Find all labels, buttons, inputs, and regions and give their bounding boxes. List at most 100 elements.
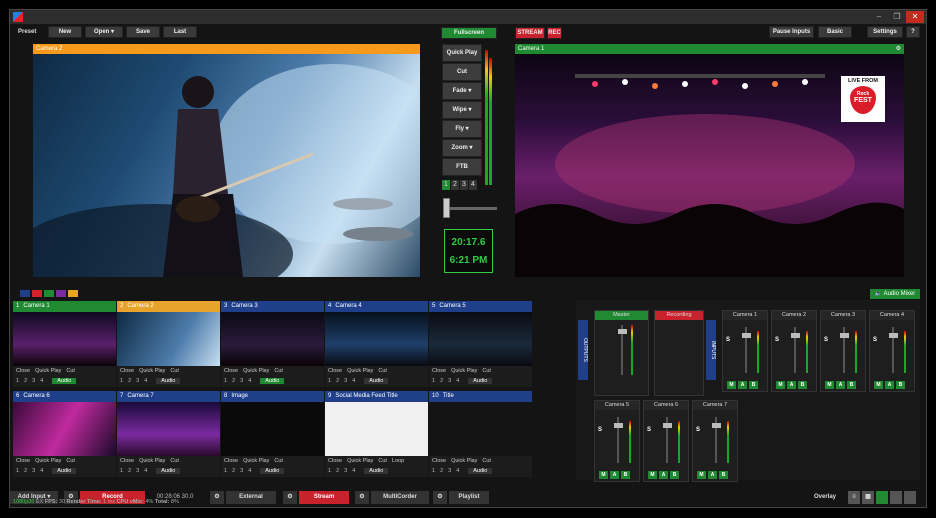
- b-bus-button[interactable]: B: [670, 471, 679, 479]
- overlay-2-button[interactable]: 2: [336, 468, 339, 474]
- input-preview[interactable]: [117, 402, 220, 456]
- overlay-3-button[interactable]: 3: [240, 468, 243, 474]
- a-bus-button[interactable]: A: [659, 471, 668, 479]
- solo-button[interactable]: S: [647, 427, 651, 433]
- cut-button[interactable]: Cut: [378, 368, 387, 374]
- b-bus-button[interactable]: B: [719, 471, 728, 479]
- audio-button[interactable]: Audio: [260, 378, 285, 384]
- m-bus-button[interactable]: M: [874, 381, 883, 389]
- input-header[interactable]: 7 Camera 7: [117, 391, 220, 402]
- audio-button[interactable]: Audio: [364, 378, 389, 384]
- close-icon[interactable]: ✕: [906, 11, 924, 23]
- audio-button[interactable]: Audio: [260, 468, 285, 474]
- overlay-4-button[interactable]: 4: [248, 378, 251, 384]
- minimize-icon[interactable]: –: [870, 11, 888, 23]
- overlay-1-button[interactable]: 1: [16, 468, 19, 474]
- list-view-icon[interactable]: ≡: [848, 491, 860, 504]
- overlay-3-button[interactable]: 3: [240, 378, 243, 384]
- close-button[interactable]: Close: [432, 368, 446, 374]
- quick-play-button[interactable]: Quick Play: [243, 368, 269, 374]
- input-preview[interactable]: [221, 312, 324, 366]
- overlay-2-button[interactable]: 2: [232, 378, 235, 384]
- input-header[interactable]: 9 Social Media Feed Title: [325, 391, 428, 402]
- input-preview[interactable]: [325, 402, 428, 456]
- input-tile[interactable]: 6 Camera 6 Close Quick Play Cut 1 2 3 4 Audio: [13, 391, 116, 477]
- solo-button[interactable]: S: [726, 337, 730, 343]
- input-tile[interactable]: 8 Image Close Quick Play Cut 1 2 3 4 Audio: [221, 391, 324, 477]
- page-tab-1[interactable]: 1: [442, 180, 450, 190]
- overlay-1-button[interactable]: 1: [224, 378, 227, 384]
- quick-play-button[interactable]: Quick Play: [347, 458, 373, 464]
- input-header[interactable]: 4 Camera 4: [325, 301, 428, 312]
- overlay-3-button[interactable]: 3: [344, 378, 347, 384]
- overlay-1-button[interactable]: 1: [120, 468, 123, 474]
- cut-button[interactable]: Cut: [482, 458, 491, 464]
- solo-button[interactable]: S: [824, 337, 828, 343]
- cut-button[interactable]: Cut: [442, 63, 482, 81]
- input-header[interactable]: 2 Camera 2: [117, 301, 220, 312]
- solo-button[interactable]: S: [873, 337, 877, 343]
- input-tile[interactable]: 3 Camera 3 Close Quick Play Cut 1 2 3 4 Audio: [221, 301, 324, 387]
- rec-toggle[interactable]: REC: [547, 27, 562, 39]
- cut-button[interactable]: Cut: [66, 458, 75, 464]
- input-header[interactable]: 10 Title: [429, 391, 532, 402]
- close-button[interactable]: Close: [328, 368, 342, 374]
- b-bus-button[interactable]: B: [749, 381, 758, 389]
- audio-button[interactable]: Audio: [364, 468, 389, 474]
- basic-button[interactable]: Basic: [818, 26, 852, 38]
- input-tile[interactable]: 7 Camera 7 Close Quick Play Cut 1 2 3 4 Audio: [117, 391, 220, 477]
- audio-button[interactable]: Audio: [468, 468, 493, 474]
- overlay-1-button[interactable]: 1: [120, 378, 123, 384]
- ftb-button[interactable]: FTB: [442, 158, 482, 176]
- quick-play-button[interactable]: Quick Play: [35, 458, 61, 464]
- quick-play-button[interactable]: Quick Play: [243, 458, 269, 464]
- overlay-3-button[interactable]: 3: [32, 378, 35, 384]
- cut-button[interactable]: Cut: [274, 368, 283, 374]
- overlay-2-button[interactable]: 2: [336, 378, 339, 384]
- stream-toggle[interactable]: STREAM: [515, 27, 545, 39]
- audio-button[interactable]: Audio: [156, 468, 181, 474]
- cut-button[interactable]: Cut: [170, 368, 179, 374]
- audio-button[interactable]: Audio: [52, 468, 77, 474]
- input-header[interactable]: 3 Camera 3: [221, 301, 324, 312]
- close-button[interactable]: Close: [432, 458, 446, 464]
- close-button[interactable]: Close: [224, 368, 238, 374]
- master-fader-knob[interactable]: [617, 329, 627, 334]
- input-tile[interactable]: 4 Camera 4 Close Quick Play Cut 1 2 3 4 Audio: [325, 301, 428, 387]
- overlay-2-button[interactable]: 2: [128, 468, 131, 474]
- pause-inputs-button[interactable]: Pause Inputs: [769, 26, 814, 38]
- overlay-3-button[interactable]: 3: [32, 468, 35, 474]
- open-button[interactable]: Open ▾: [85, 26, 123, 38]
- t-bar-handle[interactable]: [443, 198, 450, 218]
- b-bus-button[interactable]: B: [798, 381, 807, 389]
- page-tab-2[interactable]: 2: [451, 180, 459, 190]
- a-bus-button[interactable]: A: [836, 381, 845, 389]
- overlay-4-button[interactable]: 4: [40, 468, 43, 474]
- page-tab-4[interactable]: 4: [469, 180, 477, 190]
- settings-button[interactable]: Settings: [867, 26, 903, 38]
- overlay-2-button[interactable]: 2: [440, 378, 443, 384]
- overlay-1-button[interactable]: 1: [432, 468, 435, 474]
- overlay-3-button[interactable]: 3: [448, 378, 451, 384]
- input-tile[interactable]: 10 Title Close Quick Play Cut 1 2 3 4 Audio: [429, 391, 532, 477]
- input-tile[interactable]: 5 Camera 5 Close Quick Play Cut 1 2 3 4 Audio: [429, 301, 532, 387]
- cut-button[interactable]: Cut: [66, 368, 75, 374]
- overlay-1-button[interactable]: 1: [432, 378, 435, 384]
- audio-button[interactable]: Audio: [52, 378, 77, 384]
- input-preview[interactable]: [429, 402, 532, 456]
- overlay-4-button[interactable]: 4: [40, 378, 43, 384]
- solo-button[interactable]: S: [696, 427, 700, 433]
- overlay-4-button[interactable]: 4: [248, 468, 251, 474]
- overlay-3-button[interactable]: 3: [448, 468, 451, 474]
- overlay-4-button[interactable]: 4: [144, 378, 147, 384]
- close-button[interactable]: Close: [120, 368, 134, 374]
- b-bus-button[interactable]: B: [621, 471, 630, 479]
- input-preview[interactable]: [429, 312, 532, 366]
- quick-play-button[interactable]: Quick Play: [347, 368, 373, 374]
- save-button[interactable]: Save: [126, 26, 160, 38]
- input-header[interactable]: 8 Image: [221, 391, 324, 402]
- overlay-2-icon[interactable]: [890, 491, 902, 504]
- m-bus-button[interactable]: M: [697, 471, 706, 479]
- quick-play-button[interactable]: Quick Play: [442, 44, 482, 62]
- close-button[interactable]: Close: [328, 458, 342, 464]
